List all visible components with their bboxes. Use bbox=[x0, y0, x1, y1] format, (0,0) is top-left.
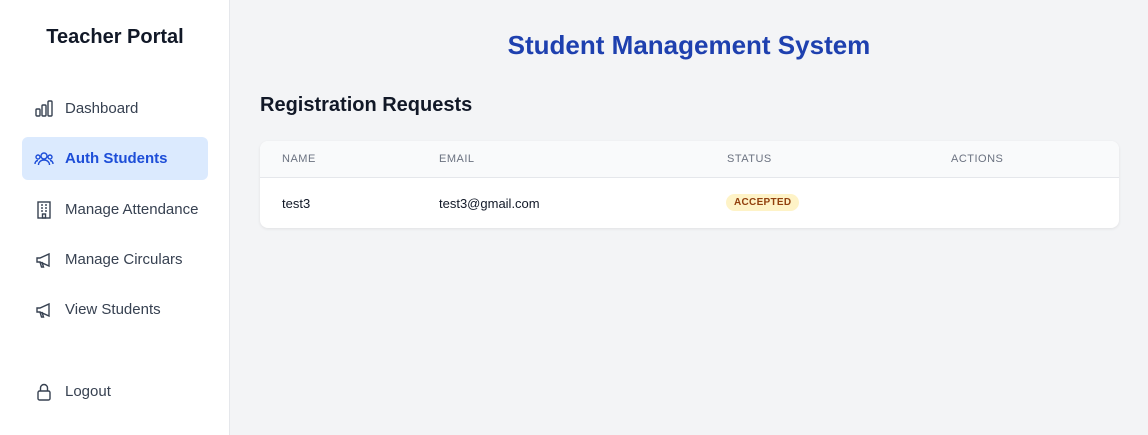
status-badge: ACCEPTED bbox=[726, 194, 800, 211]
sidebar-item-label: Manage Attendance bbox=[65, 201, 199, 218]
header-status: STATUS bbox=[727, 153, 772, 165]
table-row: test3 test3@gmail.com ACCEPTED bbox=[260, 178, 1119, 228]
users-icon bbox=[34, 149, 54, 169]
page-title: Student Management System bbox=[507, 30, 871, 60]
sidebar-item-label: View Students bbox=[65, 301, 161, 318]
megaphone-icon bbox=[34, 300, 54, 320]
table-header: NAME EMAIL STATUS ACTIONS bbox=[260, 141, 1119, 178]
header-name: NAME bbox=[282, 153, 316, 165]
logout-button[interactable]: Logout bbox=[22, 370, 208, 413]
header-email: EMAIL bbox=[439, 153, 475, 165]
registration-requests-table: NAME EMAIL STATUS ACTIONS test3 test3@gm… bbox=[260, 141, 1119, 228]
sidebar-item-auth-students[interactable]: Auth Students bbox=[22, 137, 208, 180]
sidebar-item-view-students[interactable]: View Students bbox=[22, 288, 208, 331]
sidebar-item-label: Auth Students bbox=[65, 150, 168, 167]
section-title: Registration Requests bbox=[260, 94, 473, 116]
lock-icon bbox=[34, 382, 54, 402]
app-root: Teacher Portal Dashboard Auth Students M… bbox=[0, 0, 1148, 435]
header-actions: ACTIONS bbox=[951, 153, 1004, 165]
sidebar-item-label: Dashboard bbox=[65, 100, 139, 117]
sidebar-item-label: Manage Circulars bbox=[65, 251, 183, 268]
sidebar-item-manage-circulars[interactable]: Manage Circulars bbox=[22, 238, 208, 281]
brand-title: Teacher Portal bbox=[46, 26, 184, 48]
megaphone-icon bbox=[34, 250, 54, 270]
cell-name: test3 bbox=[282, 196, 311, 211]
bar-chart-icon bbox=[34, 99, 54, 119]
main-content: Student Management System Registration R… bbox=[230, 0, 1148, 435]
sidebar: Teacher Portal Dashboard Auth Students M… bbox=[0, 0, 230, 435]
building-icon bbox=[34, 200, 54, 220]
sidebar-item-manage-attendance[interactable]: Manage Attendance bbox=[22, 188, 208, 231]
cell-email: test3@gmail.com bbox=[439, 196, 540, 211]
logout-label: Logout bbox=[65, 383, 111, 400]
sidebar-item-dashboard[interactable]: Dashboard bbox=[22, 87, 208, 130]
